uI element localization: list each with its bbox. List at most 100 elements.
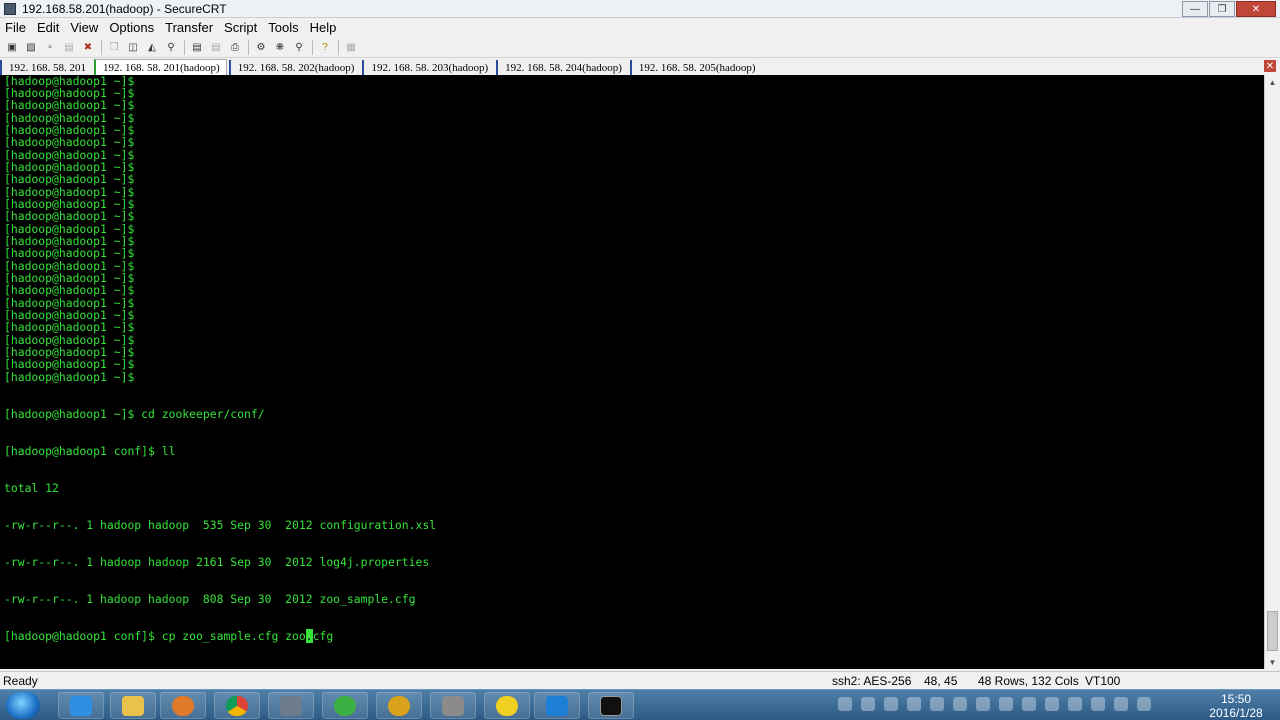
toolbar: ▣ ▧ ▫ ▤ ✖ ❐ ◫ ◭ ⚲ ▤ ▤ ⎙ ⚙ ❋ ⚲ ? ▦ [0, 37, 1280, 58]
toolbar-separator [248, 39, 249, 55]
menu-bar: File Edit View Options Transfer Script T… [0, 18, 1280, 37]
terminal-prompt-line: [hadoop@hadoop1 ~]$ [4, 246, 135, 261]
keymap-icon[interactable]: ⚲ [291, 40, 307, 55]
tab-session-205-hadoop[interactable]: 192. 168. 58. 205(hadoop) [629, 60, 762, 75]
printer-icon[interactable]: ⎙ [227, 40, 243, 55]
toolbar-separator [101, 39, 102, 55]
tray-icon[interactable] [1022, 697, 1036, 711]
terminal-line: -rw-r--r--. 1 hadoop hadoop 808 Sep 30 2… [4, 591, 416, 606]
sftp-icon[interactable]: ▦ [343, 40, 359, 55]
tray-icon[interactable] [1137, 697, 1151, 711]
taskbar-clock[interactable]: 15:50 2016/1/28 [1198, 692, 1274, 720]
session-tab-bar: 192. 168. 58. 201 192. 168. 58. 201(hado… [0, 59, 1280, 75]
tray-icon[interactable] [953, 697, 967, 711]
terminal-line: -rw-r--r--. 1 hadoop hadoop 535 Sep 30 2… [4, 517, 437, 532]
terminal-screen[interactable]: [hadoop@hadoop1 ~]$ [hadoop@hadoop1 ~]$ [h… [0, 75, 1264, 669]
paste-icon[interactable]: ◫ [125, 40, 141, 55]
input-text-after: cfg [312, 628, 334, 643]
tray-icon[interactable] [976, 697, 990, 711]
menu-file[interactable]: File [0, 20, 32, 35]
scroll-down-icon[interactable]: ▼ [1265, 655, 1280, 669]
status-cipher: ssh2: AES-256 [832, 674, 912, 688]
restore-button[interactable]: ❐ [1209, 1, 1235, 17]
tray-icon[interactable] [884, 697, 898, 711]
securecrt-icon[interactable] [588, 692, 634, 719]
menu-tools[interactable]: Tools [263, 20, 304, 35]
menu-options[interactable]: Options [104, 20, 160, 35]
terminal-output: [hadoop@hadoop1 ~]$ [hadoop@hadoop1 ~]$ [h… [4, 75, 436, 667]
menu-edit[interactable]: Edit [32, 20, 65, 35]
global-options-icon[interactable]: ❋ [272, 40, 288, 55]
session-options-icon[interactable]: ⚙ [253, 40, 269, 55]
terminal-prompt-line: [hadoop@hadoop1 ~]$ [4, 98, 135, 113]
tray-icon[interactable] [1068, 697, 1082, 711]
terminal-prompt-line: [hadoop@hadoop1 ~]$ [4, 209, 135, 224]
scrollbar-thumb[interactable] [1267, 611, 1278, 651]
help-icon[interactable]: ? [317, 40, 333, 55]
editor-icon[interactable] [376, 692, 422, 719]
tab-session-203-hadoop[interactable]: 192. 168. 58. 203(hadoop) [362, 60, 494, 75]
close-button[interactable]: ✕ [1236, 1, 1276, 17]
tab-session-204-hadoop[interactable]: 192. 168. 58. 204(hadoop) [496, 60, 628, 75]
tab-session-202-hadoop[interactable]: 192. 168. 58. 202(hadoop) [228, 60, 361, 75]
tray-icon[interactable] [861, 697, 875, 711]
menu-view[interactable]: View [65, 20, 104, 35]
clock-time: 15:50 [1220, 692, 1252, 706]
connect-icon[interactable]: ▣ [4, 40, 20, 55]
tray-icon[interactable] [999, 697, 1013, 711]
print-icon[interactable]: ▤ [189, 40, 205, 55]
terminal-line: -rw-r--r--. 1 hadoop hadoop 2161 Sep 30 … [4, 554, 430, 569]
virtualbox-icon[interactable] [534, 692, 580, 719]
title-bar: 192.168.58.201(hadoop) - SecureCRT — ❐ ✕ [0, 0, 1280, 18]
disconnect-icon[interactable]: ✖ [80, 40, 96, 55]
status-bar: Ready ssh2: AES-256 48, 45 48 Rows, 132 … [0, 671, 1280, 689]
tray-icon[interactable] [1114, 697, 1128, 711]
terminal-prompt-line: [hadoop@hadoop1 ~]$ [4, 172, 135, 187]
tray-icon[interactable] [1091, 697, 1105, 711]
close-tab-icon[interactable]: ✕ [1264, 60, 1276, 72]
system-tray [838, 697, 1160, 711]
minimize-button[interactable]: — [1182, 1, 1208, 17]
terminal-prompt-line: [hadoop@hadoop1 ~]$ [4, 369, 135, 384]
copy-paste-icon[interactable]: ◭ [144, 40, 160, 55]
find-icon[interactable]: ⚲ [163, 40, 179, 55]
terminal-line: total 12 [4, 480, 59, 495]
copy-icon[interactable]: ❐ [106, 40, 122, 55]
terminal-scrollbar[interactable]: ▲ ▼ [1264, 75, 1280, 669]
tray-icon[interactable] [907, 697, 921, 711]
music-icon[interactable] [484, 692, 530, 719]
tab-session-201-hadoop[interactable]: 192. 168. 58. 201(hadoop) [94, 59, 227, 75]
terminal-prompt-line: [hadoop@hadoop1 ~]$ [4, 320, 135, 335]
reconnect-icon[interactable]: ▤ [61, 40, 77, 55]
menu-help[interactable]: Help [305, 20, 343, 35]
connect-tab-icon[interactable]: ▫ [42, 40, 58, 55]
tray-icon[interactable] [1045, 697, 1059, 711]
tray-icon[interactable] [838, 697, 852, 711]
toolbar-separator [184, 39, 185, 55]
toolbar-separator [338, 39, 339, 55]
status-ready: Ready [3, 674, 38, 688]
terminal-prompt-lines: [hadoop@hadoop1 ~]$ [hadoop@hadoop1 ~]$ [h… [4, 75, 436, 383]
securecrt-app-icon [4, 2, 16, 15]
scroll-up-icon[interactable]: ▲ [1265, 75, 1280, 89]
start-button[interactable] [6, 692, 40, 719]
scanner-icon[interactable] [430, 692, 476, 719]
security-icon[interactable] [268, 692, 314, 719]
tray-icon[interactable] [930, 697, 944, 711]
browser-icon[interactable] [322, 692, 368, 719]
explorer-icon[interactable] [110, 692, 156, 719]
window-controls: — ❐ ✕ [1181, 1, 1276, 17]
menu-script[interactable]: Script [219, 20, 263, 35]
terminal-input-line[interactable]: [hadoop@hadoop1 conf]$ cp zoo_sample.cfg… [4, 628, 436, 643]
status-cursor-position: 48, 45 [924, 674, 958, 688]
chrome-icon[interactable] [214, 692, 260, 719]
tab-session-201[interactable]: 192. 168. 58. 201 [0, 60, 92, 75]
clock-date: 2016/1/28 [1209, 706, 1263, 720]
media-player-icon[interactable] [160, 692, 206, 719]
toolbar-separator [312, 39, 313, 55]
print-selection-icon[interactable]: ▤ [208, 40, 224, 55]
terminal-line: [hadoop@hadoop1 ~]$ cd zookeeper/conf/ [4, 406, 265, 421]
ie-icon[interactable] [58, 692, 104, 719]
menu-transfer[interactable]: Transfer [160, 20, 219, 35]
quick-connect-icon[interactable]: ▧ [23, 40, 39, 55]
